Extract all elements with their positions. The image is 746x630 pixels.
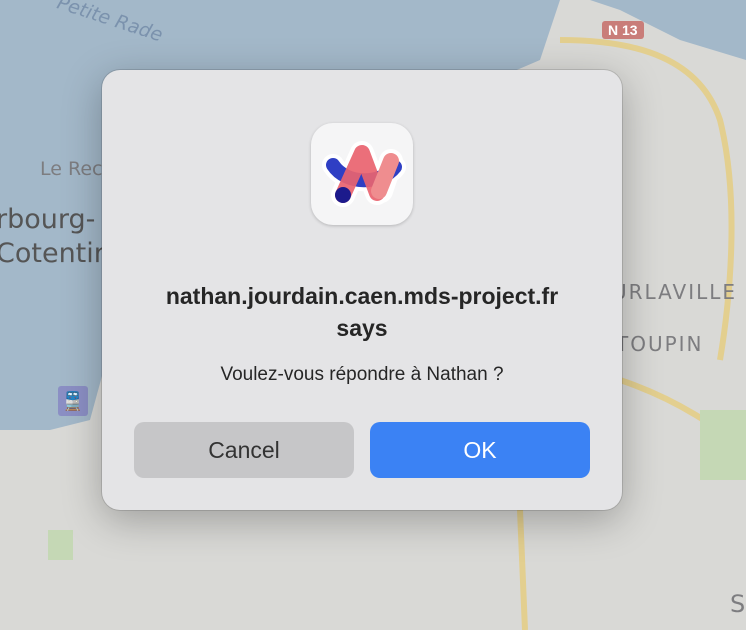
map-label: Le Rec [40,158,103,180]
ok-button[interactable]: OK [370,422,590,478]
dialog-title: nathan.jourdain.caen.mds-project.fr says [165,283,559,341]
cancel-button[interactable]: Cancel [134,422,354,478]
train-station-icon[interactable]: 🚆 [58,386,88,416]
map-label: Cotentin [0,238,111,269]
map-label: S [730,590,746,618]
alert-dialog: nathan.jourdain.caen.mds-project.fr says… [102,70,622,510]
map-label: rbourg- [0,204,96,235]
map-label: URLAVILLE [612,280,738,304]
map-label: TOUPIN [616,332,704,356]
arc-browser-icon [311,123,413,225]
road-badge: N 13 [602,21,644,39]
dialog-message: Voulez-vous répondre à Nathan ? [220,364,504,385]
